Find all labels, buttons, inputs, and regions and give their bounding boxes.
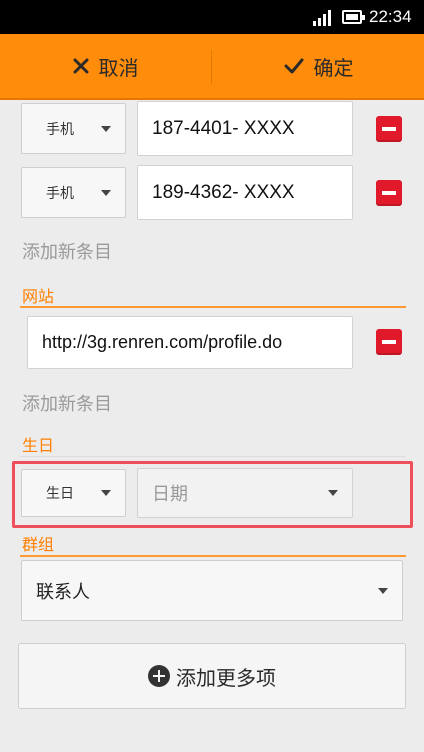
phone-type-label: 手机	[46, 121, 74, 138]
confirm-button[interactable]: 确定	[213, 34, 424, 98]
group-value: 联系人	[36, 581, 90, 603]
phone-number-field[interactable]: 187-4401- XXXX	[137, 101, 353, 156]
action-divider	[211, 50, 212, 84]
add-more-button[interactable]: 添加更多项	[18, 643, 406, 709]
clock: 22:34	[369, 7, 412, 26]
section-divider	[20, 555, 406, 557]
website-section-title: 网站	[22, 287, 55, 306]
website-field[interactable]: http://3g.renren.com/profile.do	[27, 316, 353, 369]
add-phone-entry[interactable]: 添加新条目	[22, 238, 112, 264]
checkmark-icon	[284, 58, 303, 74]
dropdown-caret-icon	[101, 189, 111, 196]
phone-type-label: 手机	[46, 185, 74, 202]
action-bar: 取消 确定	[0, 34, 424, 100]
cancel-label: 取消	[98, 55, 139, 80]
highlight-box	[12, 461, 413, 528]
birthday-section-title: 生日	[22, 436, 55, 455]
group-select[interactable]: 联系人	[21, 560, 403, 621]
dropdown-caret-icon	[378, 587, 388, 594]
confirm-label: 确定	[313, 55, 354, 80]
add-more-label: 添加更多项	[176, 665, 276, 690]
signal-icon	[313, 9, 335, 26]
close-icon	[73, 58, 88, 74]
group-section-title: 群组	[22, 535, 55, 554]
section-divider	[20, 456, 406, 457]
remove-phone-button[interactable]	[376, 116, 402, 142]
remove-website-button[interactable]	[376, 329, 402, 355]
remove-phone-button[interactable]	[376, 180, 402, 206]
add-circle-icon	[148, 665, 170, 687]
dropdown-caret-icon	[101, 125, 111, 132]
status-bar: 22:34	[0, 0, 424, 34]
phone-number-field[interactable]: 189-4362- XXXX	[137, 165, 353, 220]
phone-type-select[interactable]: 手机	[21, 167, 126, 218]
cancel-button[interactable]: 取消	[0, 34, 211, 98]
battery-icon	[342, 10, 365, 24]
add-website-entry[interactable]: 添加新条目	[22, 390, 112, 416]
phone-type-select[interactable]: 手机	[21, 103, 126, 154]
section-divider	[20, 306, 406, 308]
